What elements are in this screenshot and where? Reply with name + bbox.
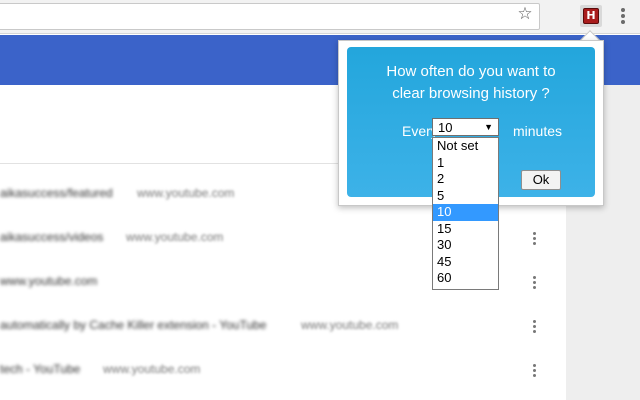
history-row-domain: www.youtube.com bbox=[126, 230, 224, 244]
star-icon[interactable]: ☆ bbox=[515, 4, 535, 24]
row-more-button[interactable] bbox=[528, 274, 542, 292]
popup-question-line2: clear browsing history ? bbox=[392, 85, 550, 102]
extension-h-icon: H bbox=[583, 8, 599, 24]
interval-option[interactable]: 30 bbox=[433, 237, 498, 254]
minutes-label: minutes bbox=[513, 123, 563, 139]
more-dot-icon bbox=[533, 286, 536, 289]
menu-dot-icon bbox=[621, 20, 625, 24]
interval-option[interactable]: 60 bbox=[433, 270, 498, 287]
more-dot-icon bbox=[533, 242, 536, 245]
more-dot-icon bbox=[533, 369, 536, 372]
history-row-title: aikasuccess/videos bbox=[0, 230, 104, 244]
history-row-domain: www.youtube.com bbox=[301, 318, 399, 332]
more-dot-icon bbox=[533, 374, 536, 377]
history-row-domain: www.youtube.com bbox=[103, 362, 201, 376]
more-dot-icon bbox=[533, 330, 536, 333]
chevron-down-icon: ▼ bbox=[484, 122, 493, 132]
interval-option[interactable]: 2 bbox=[433, 171, 498, 188]
more-dot-icon bbox=[533, 232, 536, 235]
history-row-domain: www.youtube.com bbox=[137, 186, 235, 200]
interval-option[interactable]: Not set bbox=[433, 138, 498, 155]
menu-dot-icon bbox=[621, 14, 625, 18]
row-more-button[interactable] bbox=[528, 362, 542, 380]
history-row-title: aikasuccess/featured bbox=[0, 186, 113, 200]
interval-select[interactable]: 10 ▼ bbox=[432, 118, 499, 136]
popup-question: How often do you want to clear browsing … bbox=[347, 61, 595, 105]
history-row[interactable]: tech - YouTube www.youtube.com bbox=[0, 348, 566, 392]
row-more-button[interactable] bbox=[528, 230, 542, 248]
ok-button[interactable]: Ok bbox=[521, 170, 561, 190]
interval-option[interactable]: 1 bbox=[433, 155, 498, 172]
browser-menu-button[interactable] bbox=[616, 6, 630, 26]
address-bar[interactable] bbox=[0, 3, 540, 30]
popup-question-line1: How often do you want to bbox=[386, 63, 556, 80]
more-dot-icon bbox=[533, 276, 536, 279]
more-dot-icon bbox=[533, 237, 536, 240]
more-dot-icon bbox=[533, 320, 536, 323]
interval-option[interactable]: 5 bbox=[433, 188, 498, 205]
menu-dot-icon bbox=[621, 8, 625, 12]
more-dot-icon bbox=[533, 325, 536, 328]
history-row-title: www.youtube.com bbox=[0, 274, 98, 288]
browser-toolbar: ☆ H bbox=[0, 0, 640, 34]
interval-dropdown-list: Not set 1 2 5 10 15 30 45 60 bbox=[432, 137, 499, 290]
history-row-title: automatically by Cache Killer extension … bbox=[0, 318, 267, 332]
row-more-button[interactable] bbox=[528, 318, 542, 336]
interval-select-value: 10 bbox=[438, 120, 453, 135]
interval-option[interactable]: 45 bbox=[433, 254, 498, 271]
interval-option[interactable]: 15 bbox=[433, 221, 498, 238]
history-cleaner-extension-button[interactable]: H bbox=[580, 5, 602, 27]
more-dot-icon bbox=[533, 281, 536, 284]
history-row[interactable]: automatically by Cache Killer extension … bbox=[0, 304, 566, 348]
history-row-title: tech - YouTube bbox=[0, 362, 81, 376]
interval-option[interactable]: 10 bbox=[433, 204, 498, 221]
more-dot-icon bbox=[533, 364, 536, 367]
